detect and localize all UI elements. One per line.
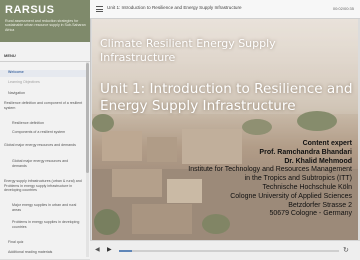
menu-item-additional-reading[interactable]: Additional reading materials <box>0 250 86 255</box>
menu-item-label: Navigation <box>8 91 25 95</box>
credit-line: 50679 Cologne - Germany <box>269 210 353 218</box>
menu-item-label: Problems in energy supplies in developin… <box>12 220 80 229</box>
player-bar: ◀ ▶ ↻ <box>90 240 360 260</box>
sidebar-scrollbar-thumb[interactable] <box>86 63 89 173</box>
menu-item-label: Final quiz <box>8 240 24 244</box>
time-counter: 00:02/00:35 <box>332 5 354 11</box>
slide: Climate Resilient Energy Supply Infrastr… <box>92 19 358 240</box>
menu-divider <box>0 61 90 62</box>
menu-item-final-quiz[interactable]: Final quiz <box>0 240 86 245</box>
menu-item-label: Global major energy resources and demand… <box>12 159 69 168</box>
credit-line: Cologne University of Applied Sciences <box>230 192 352 200</box>
credit-line: Betzdorfer Strasse 2 <box>288 201 352 209</box>
back-icon[interactable]: ◀ <box>95 246 103 254</box>
menu-item-components[interactable]: Components of a resilient system <box>0 130 86 135</box>
credit-line: Technische Hochschule Köln <box>262 183 353 191</box>
credit-line: in the Tropics and Subtropics (ITT) <box>244 175 352 183</box>
menu-item-navigation[interactable]: Navigation <box>0 91 86 96</box>
credit-line: Institute for Technology and Resources M… <box>188 166 352 174</box>
course-title: Climate Resilient Energy Supply Infrastr… <box>100 37 276 64</box>
unit-title: Unit 1: Introduction to Resilience and E… <box>100 81 353 114</box>
menu-item-label: Components of a resilient system <box>12 130 66 134</box>
menu-item-label: Additional reading materials <box>8 250 53 254</box>
page-title: Unit 1: Introduction to Resilience and E… <box>107 5 242 10</box>
menu-item-label: Welcome <box>8 70 24 74</box>
menu-item-label: Resilience definition <box>12 121 44 125</box>
menu-item-label: Resilience definition and component of a… <box>4 101 83 110</box>
menu-item-label: Major energy supplies in urban and rural… <box>12 203 77 212</box>
credit-line: Content expert <box>302 140 352 147</box>
play-icon[interactable]: ▶ <box>107 246 115 254</box>
top-bar: Unit 1: Introduction to Resilience and E… <box>90 0 360 19</box>
menu-item-learning-objectives[interactable]: Learning Objectives <box>0 80 86 85</box>
credit-line: Prof. Ramchandra Bhandari <box>259 148 352 156</box>
menu-item-problems[interactable]: Problems in energy supplies in developin… <box>0 220 86 229</box>
menu-item-label: Global major energy resources and demand… <box>4 143 76 147</box>
menu-item-major-supplies[interactable]: Major energy supplies in urban and rural… <box>0 203 86 212</box>
brand-header: RARSUS Rural assessment and reduction st… <box>0 0 90 42</box>
menu-item-resilience-section[interactable]: Resilience definition and component of a… <box>0 101 86 110</box>
credit-line: Dr. Khalid Mehmood <box>284 157 352 165</box>
menu-heading: MENU <box>4 53 16 58</box>
menu-item-global-energy[interactable]: Global major energy resources and demand… <box>0 159 86 168</box>
menu-item-label: Energy supply infrastructures (urban & r… <box>4 179 82 193</box>
menu-item-global-energy-section[interactable]: Global major energy resources and demand… <box>0 143 86 148</box>
menu-item-welcome[interactable]: Welcome <box>0 70 86 77</box>
menu-item-label: Learning Objectives <box>8 80 40 84</box>
replay-icon[interactable]: ↻ <box>343 246 352 255</box>
sidebar: RARSUS Rural assessment and reduction st… <box>0 0 91 259</box>
progress-track[interactable] <box>119 249 339 252</box>
brand-title: RARSUS <box>5 4 55 16</box>
menu-item-infrastructure-section[interactable]: Energy supply infrastructures (urban & r… <box>0 179 86 193</box>
credits-block: Content expert Prof. Ramchandra Bhandari… <box>132 140 352 219</box>
hamburger-menu-icon[interactable] <box>96 6 103 12</box>
progress-fill <box>119 249 133 252</box>
brand-subtitle: Rural assessment and reduction strategie… <box>5 19 86 32</box>
menu-item-resilience-definition[interactable]: Resilience definition <box>0 121 86 126</box>
